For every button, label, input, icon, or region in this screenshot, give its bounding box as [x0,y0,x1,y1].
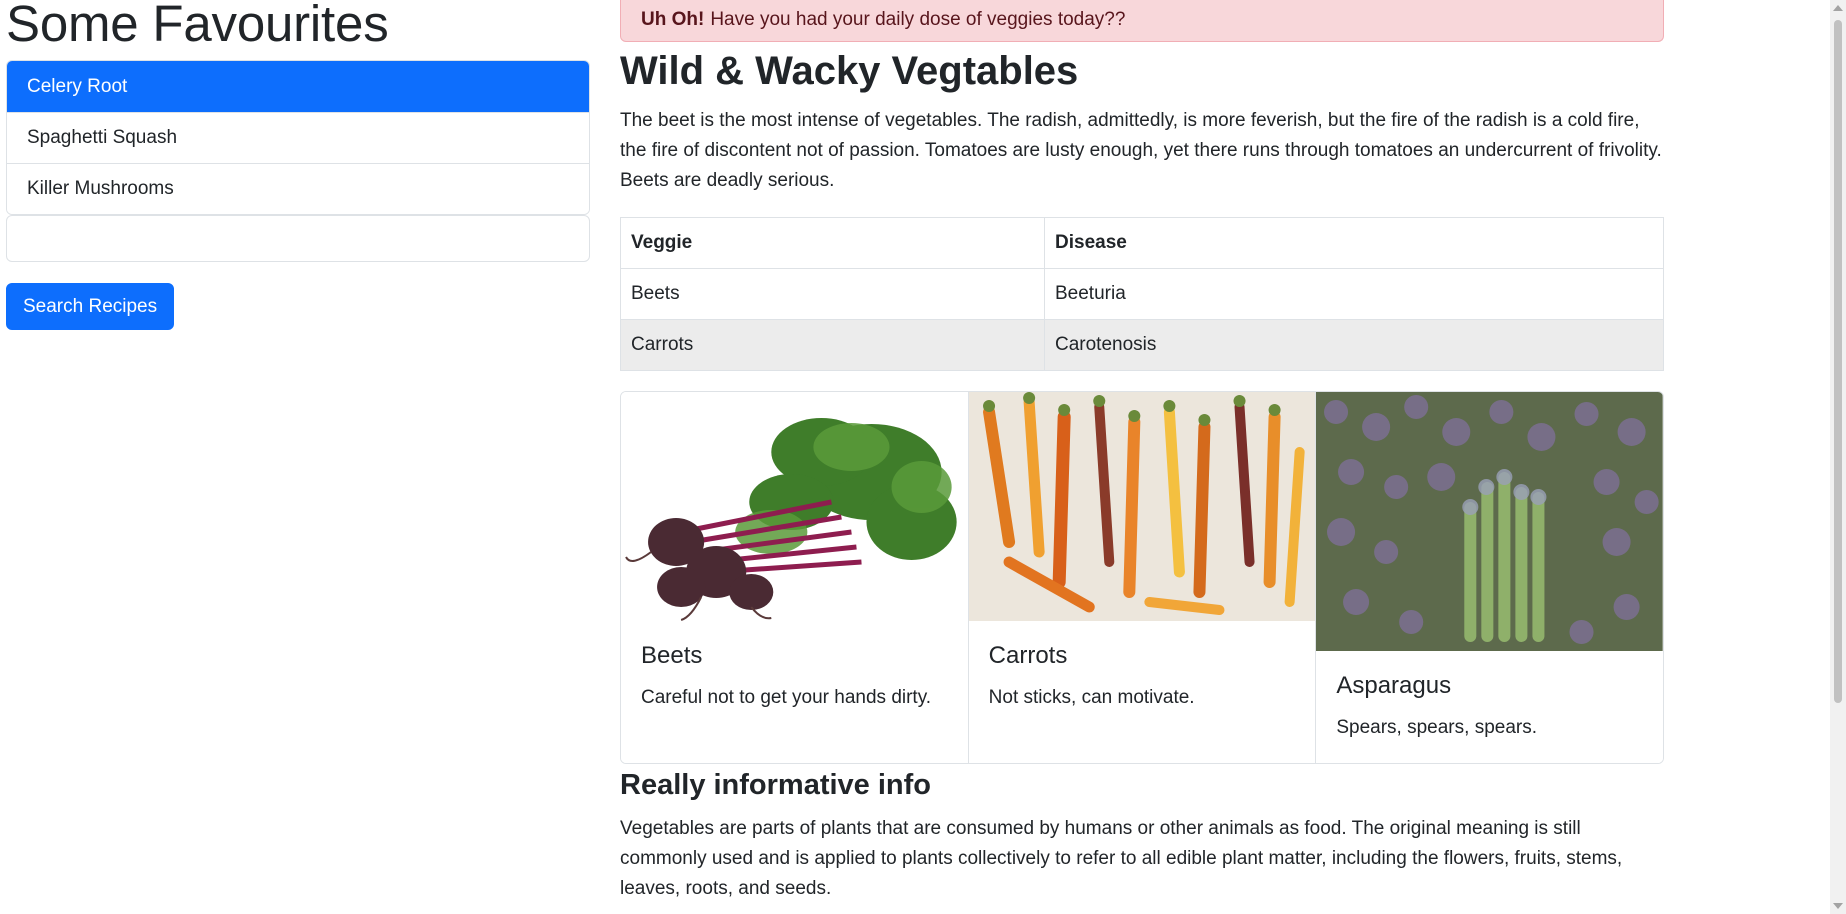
alert-strong-text: Uh Oh! [641,8,705,30]
page-title: Wild & Wacky Vegtables [620,49,1079,93]
card-text: Spears, spears, spears. [1336,717,1537,738]
table-cell-veggie: Carrots [620,319,1045,371]
info-heading: Really informative info [620,769,932,801]
scroll-thumb[interactable] [1834,20,1842,703]
card-text: Not sticks, can motivate. [988,687,1195,708]
card-carrots: Carrots Not sticks, can motivate. [967,392,1316,763]
search-recipes-button[interactable]: Search Recipes [6,283,175,330]
search-input[interactable] [6,215,590,262]
favourites-title: Some Favourites [6,0,389,52]
list-item-killer-mushrooms[interactable]: Killer Mushrooms [7,163,589,214]
sidebar: Some Favourites Celery Root Spaghetti Sq… [6,0,590,330]
card-beets: Beets Careful not to get your hands dirt… [621,392,968,763]
list-item-celery-root[interactable]: Celery Root [7,61,589,112]
card-title: Carrots [988,642,1068,669]
column-header-veggie: Veggie [620,217,1045,269]
card-text: Careful not to get your hands dirty. [641,687,932,708]
scroll-up-arrow-icon[interactable] [1833,5,1843,11]
beets-image [621,392,968,621]
scroll-down-arrow-icon[interactable] [1833,903,1843,909]
veggie-disease-table: Veggie Disease Beets Beeturia Carrots Ca… [620,217,1664,371]
table-cell-veggie: Beets [620,268,1045,320]
alert-text: Have you had your daily dose of veggies … [710,8,1126,30]
veggie-card-group: Beets Careful not to get your hands dirt… [620,391,1664,764]
card-body: Carrots Not sticks, can motivate. [969,621,1316,731]
list-item-spaghetti-squash[interactable]: Spaghetti Squash [7,112,589,163]
table-cell-disease: Carotenosis [1044,319,1664,371]
card-title: Beets [641,642,703,669]
column-header-disease: Disease [1044,217,1664,269]
card-title: Asparagus [1336,672,1452,699]
table-row: Carrots Carotenosis [620,319,1664,371]
card-body: Beets Careful not to get your hands dirt… [621,621,968,731]
favourites-list: Celery Root Spaghetti Squash Killer Mush… [6,60,590,215]
table-header-row: Veggie Disease [620,217,1664,269]
carrots-image [968,392,1316,621]
intro-paragraph: The beet is the most intense of vegetabl… [620,110,1662,191]
info-paragraph: Vegetables are parts of plants that are … [620,818,1623,899]
main-content: Uh Oh! Have you had your daily dose of v… [620,0,1664,904]
vertical-scrollbar[interactable] [1830,0,1846,914]
alert-banner: Uh Oh! Have you had your daily dose of v… [620,0,1664,42]
card-body: Asparagus Spears, spears, spears. [1316,651,1663,761]
table-cell-disease: Beeturia [1044,268,1664,320]
asparagus-image [1316,392,1663,651]
table-row: Beets Beeturia [620,268,1664,320]
page: Some Favourites Celery Root Spaghetti Sq… [0,0,1846,914]
card-asparagus: Asparagus Spears, spears, spears. [1315,392,1663,763]
